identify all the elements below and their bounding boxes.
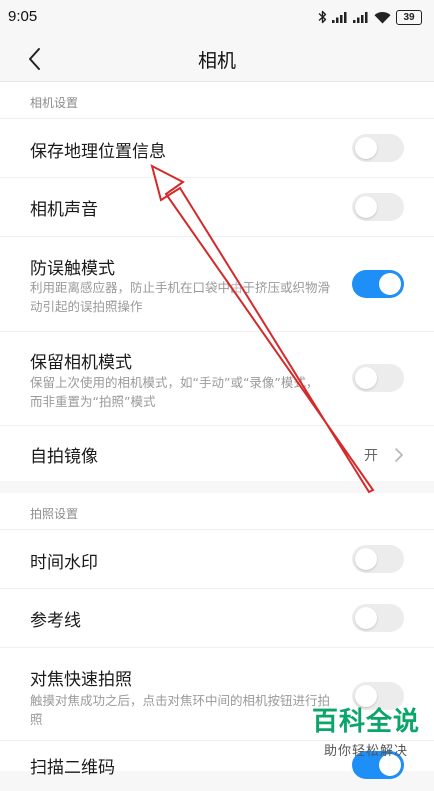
setting-description: 保留上次使用的相机模式，如“手动”或“录像”模式，而非重置为“拍照”模式 <box>30 375 319 409</box>
signal-icon <box>332 12 347 23</box>
section-title: 拍照设置 <box>30 507 79 521</box>
setting-label: 参考线 <box>30 611 81 631</box>
section-header: 相机设置 <box>0 82 434 119</box>
camera-sound-toggle[interactable] <box>352 193 404 221</box>
signal-icon <box>353 12 368 23</box>
setting-label: 保存地理位置信息 <box>30 142 166 162</box>
setting-description: 利用距离感应器，防止手机在口袋中由于挤压或织物滑动引起的误拍照操作 <box>30 280 331 314</box>
anti-touch-toggle[interactable] <box>352 270 404 298</box>
setting-label: 对焦快速拍照 <box>30 670 132 690</box>
setting-row-time-watermark[interactable]: 时间水印 <box>0 530 434 589</box>
battery-icon: 39 <box>396 9 422 25</box>
watermark-tagline: 助你轻松解决 <box>323 744 408 759</box>
setting-row-grid-lines[interactable]: 参考线 <box>0 589 434 648</box>
wifi-icon <box>374 11 391 23</box>
setting-row-anti-touch[interactable]: 防误触模式 利用距离感应器，防止手机在口袋中由于挤压或织物滑动引起的误拍照操作 <box>0 237 434 332</box>
camera-settings-section: 相机设置 保存地理位置信息 相机声音 防误触模式 利用距离感应器，防止手机在口袋… <box>0 82 434 481</box>
section-divider <box>0 481 434 493</box>
setting-row-keep-mode[interactable]: 保留相机模式 保留上次使用的相机模式，如“手动”或“录像”模式，而非重置为“拍照… <box>0 332 434 426</box>
toggle-knob <box>355 607 377 629</box>
setting-label: 防误触模式 <box>30 259 115 279</box>
time-watermark-toggle[interactable] <box>352 545 404 573</box>
bluetooth-icon <box>318 10 327 24</box>
save-location-toggle[interactable] <box>352 134 404 162</box>
status-bar: 9:05 39 <box>0 0 434 36</box>
setting-row-save-location[interactable]: 保存地理位置信息 <box>0 119 434 178</box>
status-time: 9:05 <box>8 8 38 25</box>
watermark-brand: 百科全说 <box>311 707 420 737</box>
selfie-mirror-value: 开 <box>364 448 378 464</box>
keep-mode-toggle[interactable] <box>352 364 404 392</box>
toggle-knob <box>355 367 377 389</box>
toggle-knob <box>379 273 401 295</box>
setting-label: 自拍镜像 <box>30 447 98 467</box>
toggle-knob <box>355 548 377 570</box>
setting-label: 保留相机模式 <box>30 353 132 373</box>
setting-label: 相机声音 <box>30 200 98 220</box>
section-title: 相机设置 <box>30 96 79 110</box>
section-header: 拍照设置 <box>0 493 434 530</box>
setting-label: 时间水印 <box>30 553 98 573</box>
toggle-knob <box>355 137 377 159</box>
chevron-right-icon <box>395 448 403 462</box>
grid-lines-toggle[interactable] <box>352 604 404 632</box>
title-bar: 相机 <box>0 36 434 82</box>
setting-label: 扫描二维码 <box>30 758 115 778</box>
status-icons: 39 <box>318 9 422 25</box>
setting-description: 触摸对焦成功之后，点击对焦环中间的相机按钮进行拍照 <box>30 693 331 727</box>
setting-row-camera-sound[interactable]: 相机声音 <box>0 178 434 237</box>
setting-row-selfie-mirror[interactable]: 自拍镜像 开 <box>0 426 434 484</box>
brand-watermark: 百科全说 助你轻松解决 <box>312 701 420 759</box>
page-title: 相机 <box>197 50 236 72</box>
toggle-knob <box>355 196 377 218</box>
